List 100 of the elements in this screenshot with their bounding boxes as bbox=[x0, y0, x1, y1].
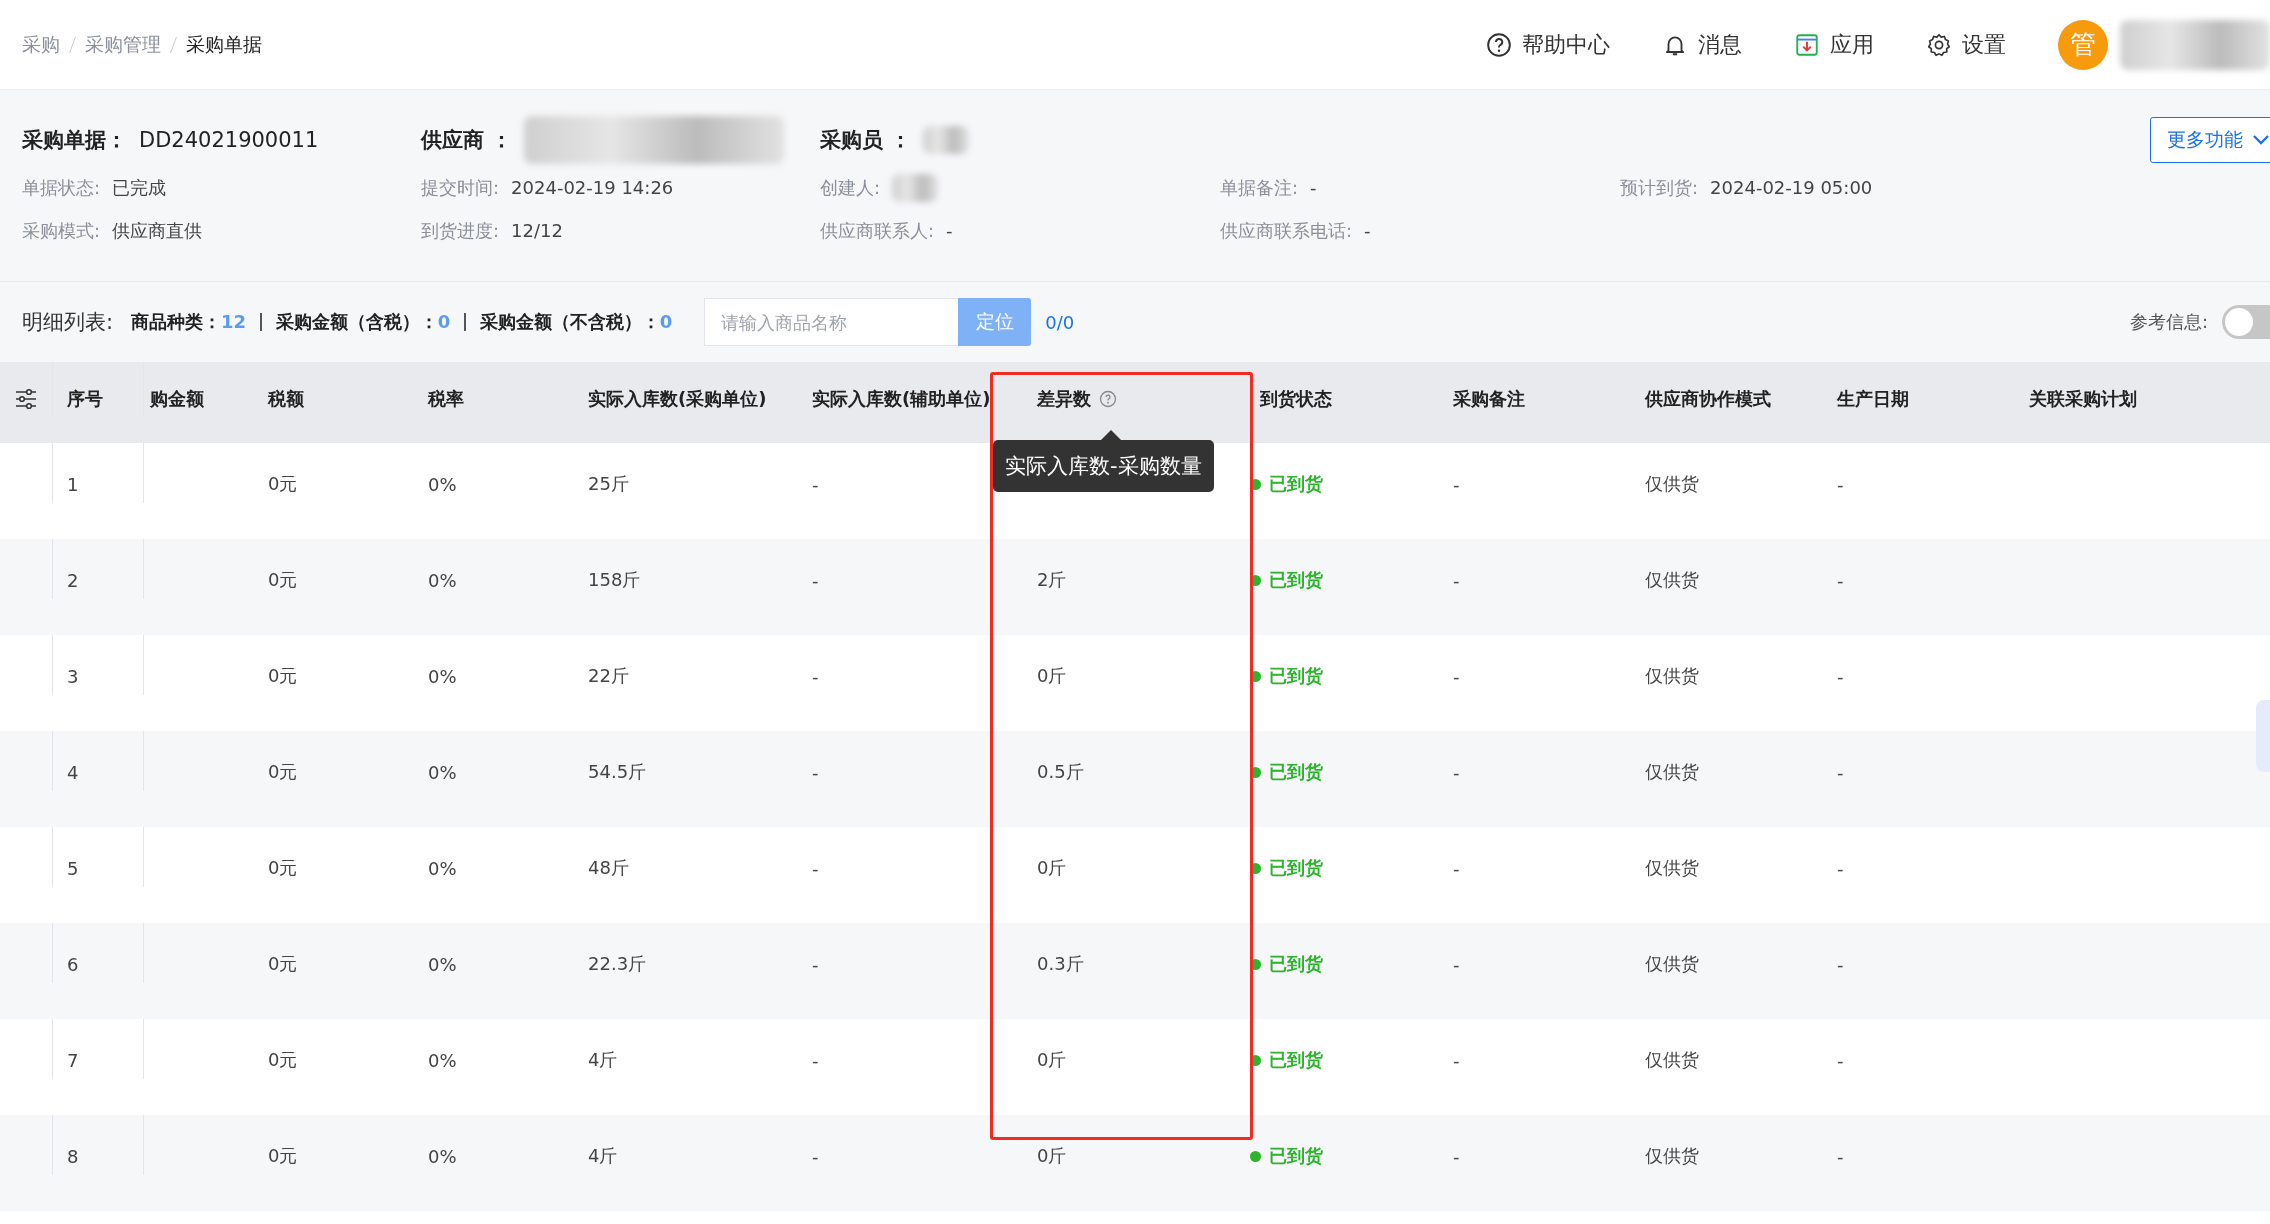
column-header: 购金额 bbox=[150, 387, 204, 412]
status-text: 已到货 bbox=[1269, 568, 1323, 592]
table-cell: - bbox=[1453, 569, 1460, 591]
table-cell: 158斤 bbox=[588, 568, 641, 592]
column-header: 税率 bbox=[428, 387, 464, 412]
nav-item[interactable]: 帮助中心 bbox=[1486, 29, 1610, 60]
table-cell: 0元 bbox=[268, 1048, 298, 1072]
table-cell: 0元 bbox=[268, 664, 298, 688]
table-cell: - bbox=[812, 1145, 819, 1167]
field-label: 供应商联系人: bbox=[820, 218, 935, 243]
table-cell: 0.5斤 bbox=[1037, 760, 1084, 784]
table-cell: 4 bbox=[67, 761, 79, 783]
download-box-icon bbox=[1794, 31, 1820, 58]
table-cell: 7 bbox=[67, 1049, 79, 1071]
settings-icon bbox=[1926, 31, 1952, 58]
column-header: 差异数 bbox=[1037, 387, 1091, 412]
tooltip: 实际入库数-采购数量 bbox=[993, 440, 1214, 492]
match-count: 0/0 bbox=[1045, 311, 1075, 333]
separator-bar bbox=[464, 313, 466, 331]
nav-item[interactable]: 消息 bbox=[1662, 29, 1742, 60]
table-cell: - bbox=[812, 665, 819, 687]
column-header: 关联采购计划 bbox=[2029, 387, 2137, 412]
table-cell: 0斤 bbox=[1037, 1048, 1067, 1072]
table-cell: - bbox=[1837, 1145, 1844, 1167]
status-dot bbox=[1250, 670, 1261, 682]
field-label: 单据备注: bbox=[1220, 175, 1299, 200]
table-cell: - bbox=[1837, 953, 1844, 975]
nav-item[interactable]: 设置 bbox=[1926, 29, 2006, 60]
column-header: 税额 bbox=[268, 387, 304, 412]
status-dot bbox=[1250, 478, 1261, 490]
more-functions-button[interactable]: 更多功能 bbox=[2150, 117, 2270, 163]
table-cell: - bbox=[1837, 761, 1844, 783]
status-dot bbox=[1250, 862, 1261, 874]
field-label: 到货进度: bbox=[421, 218, 500, 243]
table-cell: 2斤 bbox=[1037, 568, 1067, 592]
table-cell: - bbox=[812, 569, 819, 591]
table-cell: 仅供货 bbox=[1645, 760, 1699, 784]
table-cell: 0% bbox=[428, 953, 457, 975]
table-cell: - bbox=[1837, 473, 1844, 495]
table-cell: 3 bbox=[67, 665, 79, 687]
table-cell: - bbox=[1453, 1049, 1460, 1071]
table-cell: - bbox=[1453, 857, 1460, 879]
column-settings-icon[interactable] bbox=[14, 388, 38, 411]
order-number-label: 采购单据： bbox=[22, 127, 127, 154]
field-label: 单据状态: bbox=[22, 175, 101, 200]
status-text: 已到货 bbox=[1269, 952, 1323, 976]
reference-label: 参考信息: bbox=[2129, 310, 2208, 334]
status-dot bbox=[1250, 1054, 1261, 1066]
table-cell: - bbox=[812, 473, 819, 495]
order-number: DD24021900011 bbox=[139, 128, 319, 152]
buyer-label: 采购员 ： bbox=[820, 127, 912, 154]
table-cell: 25斤 bbox=[588, 472, 629, 496]
status-text: 已到货 bbox=[1269, 760, 1323, 784]
field-value: 供应商直供 bbox=[112, 218, 203, 243]
table-cell: 0.3斤 bbox=[1037, 952, 1084, 976]
table-cell: 22.3斤 bbox=[588, 952, 647, 976]
status-dot bbox=[1250, 958, 1261, 970]
table-cell: 0元 bbox=[268, 1144, 298, 1168]
status-text: 已到货 bbox=[1269, 1048, 1323, 1072]
table-cell: 0% bbox=[428, 761, 457, 783]
table-cell: - bbox=[1453, 473, 1460, 495]
table-cell: 0元 bbox=[268, 856, 298, 880]
table-cell: 0% bbox=[428, 857, 457, 879]
table-cell: 0% bbox=[428, 1145, 457, 1167]
table-cell: - bbox=[1837, 1049, 1844, 1071]
table-cell: 6 bbox=[67, 953, 79, 975]
table-cell: 0% bbox=[428, 1049, 457, 1071]
status-text: 已到货 bbox=[1269, 856, 1323, 880]
field-value: - bbox=[1310, 177, 1317, 198]
table-cell: 4斤 bbox=[588, 1144, 618, 1168]
table-cell: - bbox=[1453, 761, 1460, 783]
nav-item[interactable]: 应用 bbox=[1794, 29, 1874, 60]
summary-stat: 采购金额（不含税）：0 bbox=[479, 310, 673, 334]
summary-stat: 采购金额（含税）：0 bbox=[275, 310, 451, 334]
table-cell: - bbox=[1837, 857, 1844, 879]
field-value: 2024-02-19 05:00 bbox=[1710, 177, 1873, 198]
chevron-down-icon bbox=[2251, 133, 2270, 147]
table-cell: 仅供货 bbox=[1645, 472, 1699, 496]
field-value: 12/12 bbox=[511, 220, 563, 241]
table-cell: - bbox=[1837, 665, 1844, 687]
table-cell: 0元 bbox=[268, 568, 298, 592]
field-value: - bbox=[946, 220, 953, 241]
supplier-label: 供应商 ： bbox=[421, 127, 513, 154]
status-text: 已到货 bbox=[1269, 1144, 1323, 1168]
field-label: 预计到货: bbox=[1620, 175, 1699, 200]
column-header: 到货状态 bbox=[1260, 387, 1332, 412]
column-header: 实际入库数(采购单位) bbox=[588, 387, 767, 412]
table-cell: - bbox=[812, 953, 819, 975]
table-cell: 54.5斤 bbox=[588, 760, 647, 784]
table-cell: - bbox=[812, 1049, 819, 1071]
field-label: 供应商联系电话: bbox=[1220, 218, 1353, 243]
help-icon[interactable] bbox=[1099, 390, 1117, 409]
status-dot bbox=[1250, 766, 1261, 778]
search-field[interactable]: 请输入商品名称 bbox=[704, 298, 959, 346]
breadcrumb-link[interactable]: 采购单据 bbox=[186, 31, 262, 58]
status-text: 已到货 bbox=[1269, 472, 1323, 496]
table-cell: 48斤 bbox=[588, 856, 629, 880]
table-cell: 仅供货 bbox=[1645, 568, 1699, 592]
table-cell: 仅供货 bbox=[1645, 1048, 1699, 1072]
table-cell: 仅供货 bbox=[1645, 664, 1699, 688]
